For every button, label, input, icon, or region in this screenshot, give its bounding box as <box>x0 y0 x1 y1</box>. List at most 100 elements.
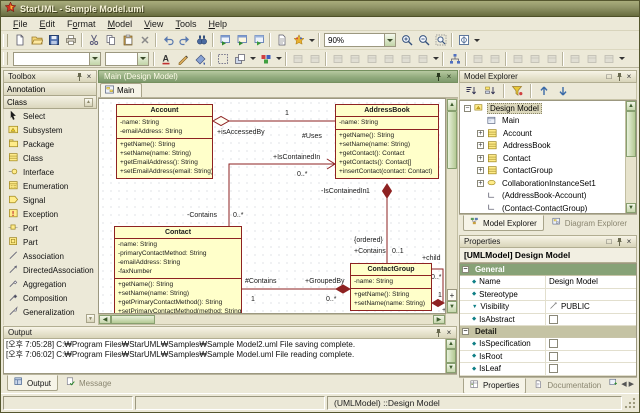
tab-scroll-left-icon[interactable]: ◀ <box>621 380 626 388</box>
zoom-area-button[interactable] <box>432 32 449 48</box>
font-size-combo[interactable] <box>105 52 149 66</box>
tool-association[interactable]: Association <box>4 249 97 263</box>
uml-edge-addressbook-account[interactable]: 1+isAccessedBy#Uses <box>213 110 335 140</box>
print-button[interactable] <box>62 32 79 48</box>
tool-enumeration[interactable]: Enumeration <box>4 179 97 193</box>
add-model-button[interactable] <box>233 32 250 48</box>
output-log[interactable]: [오후 7:05:28] C:₩Program Files₩StarUML₩Sa… <box>4 339 445 373</box>
uml-class-account[interactable]: Account-name: String-emailAddress: Strin… <box>116 104 213 179</box>
tree-item-account[interactable]: +Account <box>460 127 625 140</box>
uml-class-contactgroup[interactable]: ContactGroup-name: String+getName(): Str… <box>350 263 432 311</box>
title-bar[interactable]: StarUML - Sample Model.uml <box>1 1 639 17</box>
dropdown-arrow-icon[interactable] <box>248 51 257 67</box>
save-button[interactable] <box>45 32 62 48</box>
align-left-button[interactable] <box>509 51 526 67</box>
diagram-canvas[interactable]: 1+isAccessedBy#Uses+IsContainedIn0..*-Co… <box>98 98 446 314</box>
property-group-detail[interactable]: −Detail <box>460 326 636 338</box>
color-menu-button[interactable] <box>257 51 274 67</box>
new-button[interactable] <box>11 32 28 48</box>
close-icon[interactable]: × <box>624 72 634 82</box>
close-icon[interactable]: × <box>444 328 454 338</box>
property-group-general[interactable]: −General <box>460 264 636 276</box>
zoom-in-button[interactable] <box>398 32 415 48</box>
find-button[interactable] <box>193 32 210 48</box>
checkbox[interactable] <box>549 339 558 348</box>
menu-file[interactable]: File <box>7 19 34 29</box>
open-button[interactable] <box>28 32 45 48</box>
show-folder-button[interactable] <box>346 51 363 67</box>
scroll-thumb[interactable] <box>447 111 457 169</box>
tab-model-explorer[interactable]: Model Explorer <box>463 215 544 231</box>
toolbox-scroll-up[interactable]: ▲ <box>84 98 93 107</box>
align-top-button[interactable] <box>543 51 560 67</box>
tree-item-main[interactable]: Main <box>460 115 625 128</box>
scroll-up-arrow[interactable]: ▲ <box>446 339 456 349</box>
tree-expander[interactable]: + <box>477 155 484 162</box>
tab-diagram-explorer[interactable]: Diagram Explorer <box>545 215 634 231</box>
tree-item--addressbook-account-[interactable]: (AddressBook-Account) <box>460 190 625 203</box>
uml-class-addressbook[interactable]: AddressBook-name: String+getName(): Stri… <box>335 104 439 179</box>
grid-b-button[interactable] <box>414 51 431 67</box>
zoom-level-combo[interactable]: 90% <box>324 33 396 47</box>
tool-interface[interactable]: Interface <box>4 165 97 179</box>
tool-package[interactable]: Package <box>4 137 97 151</box>
same-size-button[interactable] <box>600 51 617 67</box>
property-value[interactable] <box>546 338 636 350</box>
combo-dropdown-icon[interactable] <box>89 53 100 65</box>
pin-icon[interactable] <box>434 328 444 338</box>
property-value[interactable]: PUBLIC <box>546 301 636 313</box>
tool-aggregation[interactable]: Aggregation <box>4 277 97 291</box>
braces-button[interactable] <box>380 51 397 67</box>
property-value[interactable] <box>546 351 636 363</box>
tool-generalization[interactable]: Generalization <box>4 305 97 319</box>
property-row-visibility[interactable]: ▼VisibilityPUBLIC <box>460 301 636 314</box>
move-down-button[interactable] <box>555 83 572 99</box>
tree-item-contactgroup[interactable]: +ContactGroup <box>460 165 625 178</box>
output-scrollbar[interactable]: ▲ ▼ <box>445 339 456 373</box>
group-collapse-icon[interactable]: − <box>462 328 469 335</box>
dropdown-arrow-icon[interactable] <box>307 32 316 48</box>
copy-button[interactable] <box>102 32 119 48</box>
zoom-100-button[interactable] <box>455 32 472 48</box>
uml-class-contact[interactable]: Contact-name: String-primaryContactMetho… <box>114 226 242 314</box>
same-height-button[interactable] <box>583 51 600 67</box>
tree-expander[interactable]: + <box>477 130 484 137</box>
close-icon[interactable]: × <box>624 237 634 247</box>
checkbox[interactable] <box>549 352 558 361</box>
scroll-left-arrow[interactable]: ◀ <box>99 315 111 324</box>
tab-output[interactable]: Output <box>7 375 58 391</box>
property-value[interactable]: Design Model <box>546 276 636 288</box>
property-row-isabstract[interactable]: ◆IsAbstract <box>460 314 636 327</box>
tree-item-design-model[interactable]: −Design Model <box>460 102 625 115</box>
dropdown-arrow-icon[interactable] <box>431 51 440 67</box>
tab-documentation[interactable]: Documentation <box>527 378 608 394</box>
scroll-up-arrow[interactable]: ▲ <box>447 99 457 111</box>
paste-button[interactable] <box>119 32 136 48</box>
diagram-horizontal-scrollbar[interactable]: ◀ ▶ <box>98 314 446 325</box>
scroll-down-arrow[interactable]: ▼ <box>626 203 636 213</box>
font-name-combo[interactable] <box>13 52 101 66</box>
tool-part[interactable]: Part <box>4 235 97 249</box>
diagram-vertical-scrollbar[interactable]: ▲ + ▼ <box>446 98 458 314</box>
grid-a-button[interactable] <box>397 51 414 67</box>
tab-main-diagram[interactable]: Main <box>100 83 142 97</box>
menu-edit[interactable]: Edit <box>34 19 62 29</box>
tree-item-collaborationinstanceset1[interactable]: +CollaborationInstanceSet1 <box>460 177 625 190</box>
tree-item-addressbook[interactable]: +AddressBook <box>460 140 625 153</box>
attach-tab-icon[interactable] <box>609 378 619 390</box>
toolbox-section-class[interactable]: Class ▲ <box>3 96 97 109</box>
float-icon[interactable]: □ <box>604 72 614 82</box>
tool-select[interactable]: Select <box>4 109 97 123</box>
menu-model[interactable]: Model <box>102 19 139 29</box>
property-value[interactable] <box>546 289 636 301</box>
sort-by-type-button[interactable] <box>482 83 499 99</box>
menu-tools[interactable]: Tools <box>169 19 202 29</box>
tree-expander[interactable]: + <box>477 142 484 149</box>
tree-item-contact[interactable]: +Contact <box>460 152 625 165</box>
scroll-thumb[interactable] <box>626 111 636 157</box>
add-element-button[interactable] <box>250 32 267 48</box>
dropdown-arrow-icon[interactable] <box>274 51 283 67</box>
dropdown-arrow-icon[interactable] <box>617 51 626 67</box>
tool-subsystem[interactable]: Subsystem <box>4 123 97 137</box>
pin-icon[interactable] <box>434 72 444 82</box>
